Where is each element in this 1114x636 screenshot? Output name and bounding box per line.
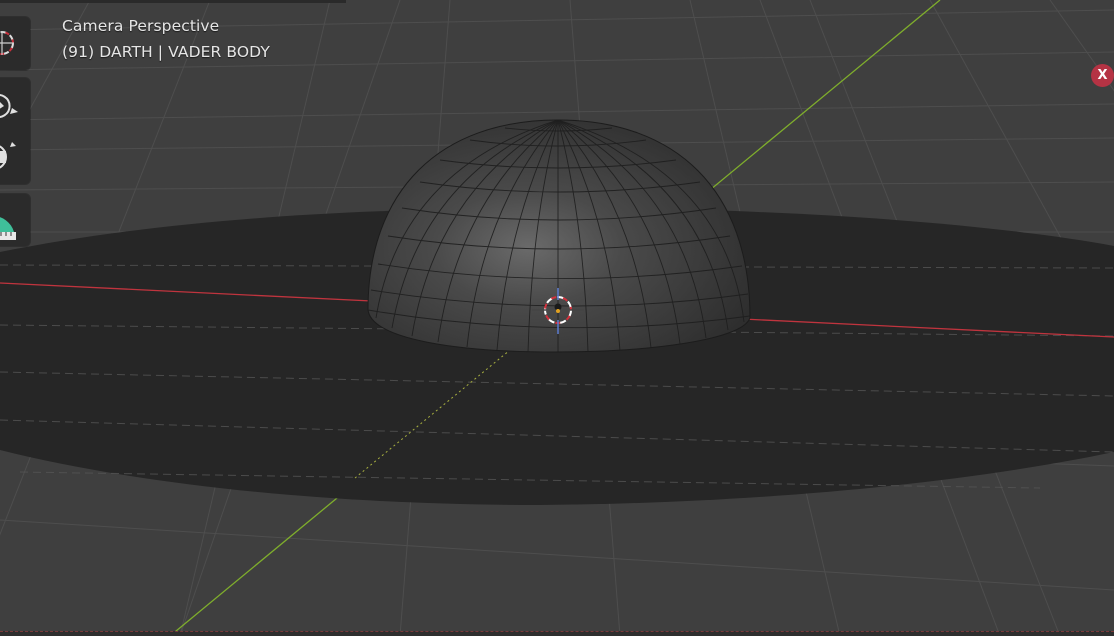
- 3d-viewport[interactable]: Camera Perspective (91) DARTH | VADER BO…: [0, 0, 1114, 636]
- cursor-tool-button[interactable]: [0, 17, 30, 67]
- measure-tool-button[interactable]: [0, 194, 30, 244]
- view-name-label: Camera Perspective: [62, 17, 220, 35]
- toolbar-group-cursor: [0, 17, 30, 70]
- viewport-scene[interactable]: [0, 0, 1114, 636]
- toolbar-group-transform: [0, 78, 30, 184]
- object-info-label: (91) DARTH | VADER BODY: [62, 43, 270, 61]
- viewport-bottom-border: [0, 631, 1114, 636]
- rotate-icon: [0, 94, 18, 118]
- cursor-tool-icon: [0, 31, 14, 55]
- header-edge: [0, 0, 346, 3]
- transform-tool-button[interactable]: [0, 128, 30, 178]
- close-icon[interactable]: X: [1091, 64, 1114, 87]
- transform-icon: [0, 142, 16, 169]
- rotate-tool-button[interactable]: [0, 78, 30, 128]
- toolbar-group-measure: [0, 194, 30, 246]
- measure-icon: [0, 217, 16, 240]
